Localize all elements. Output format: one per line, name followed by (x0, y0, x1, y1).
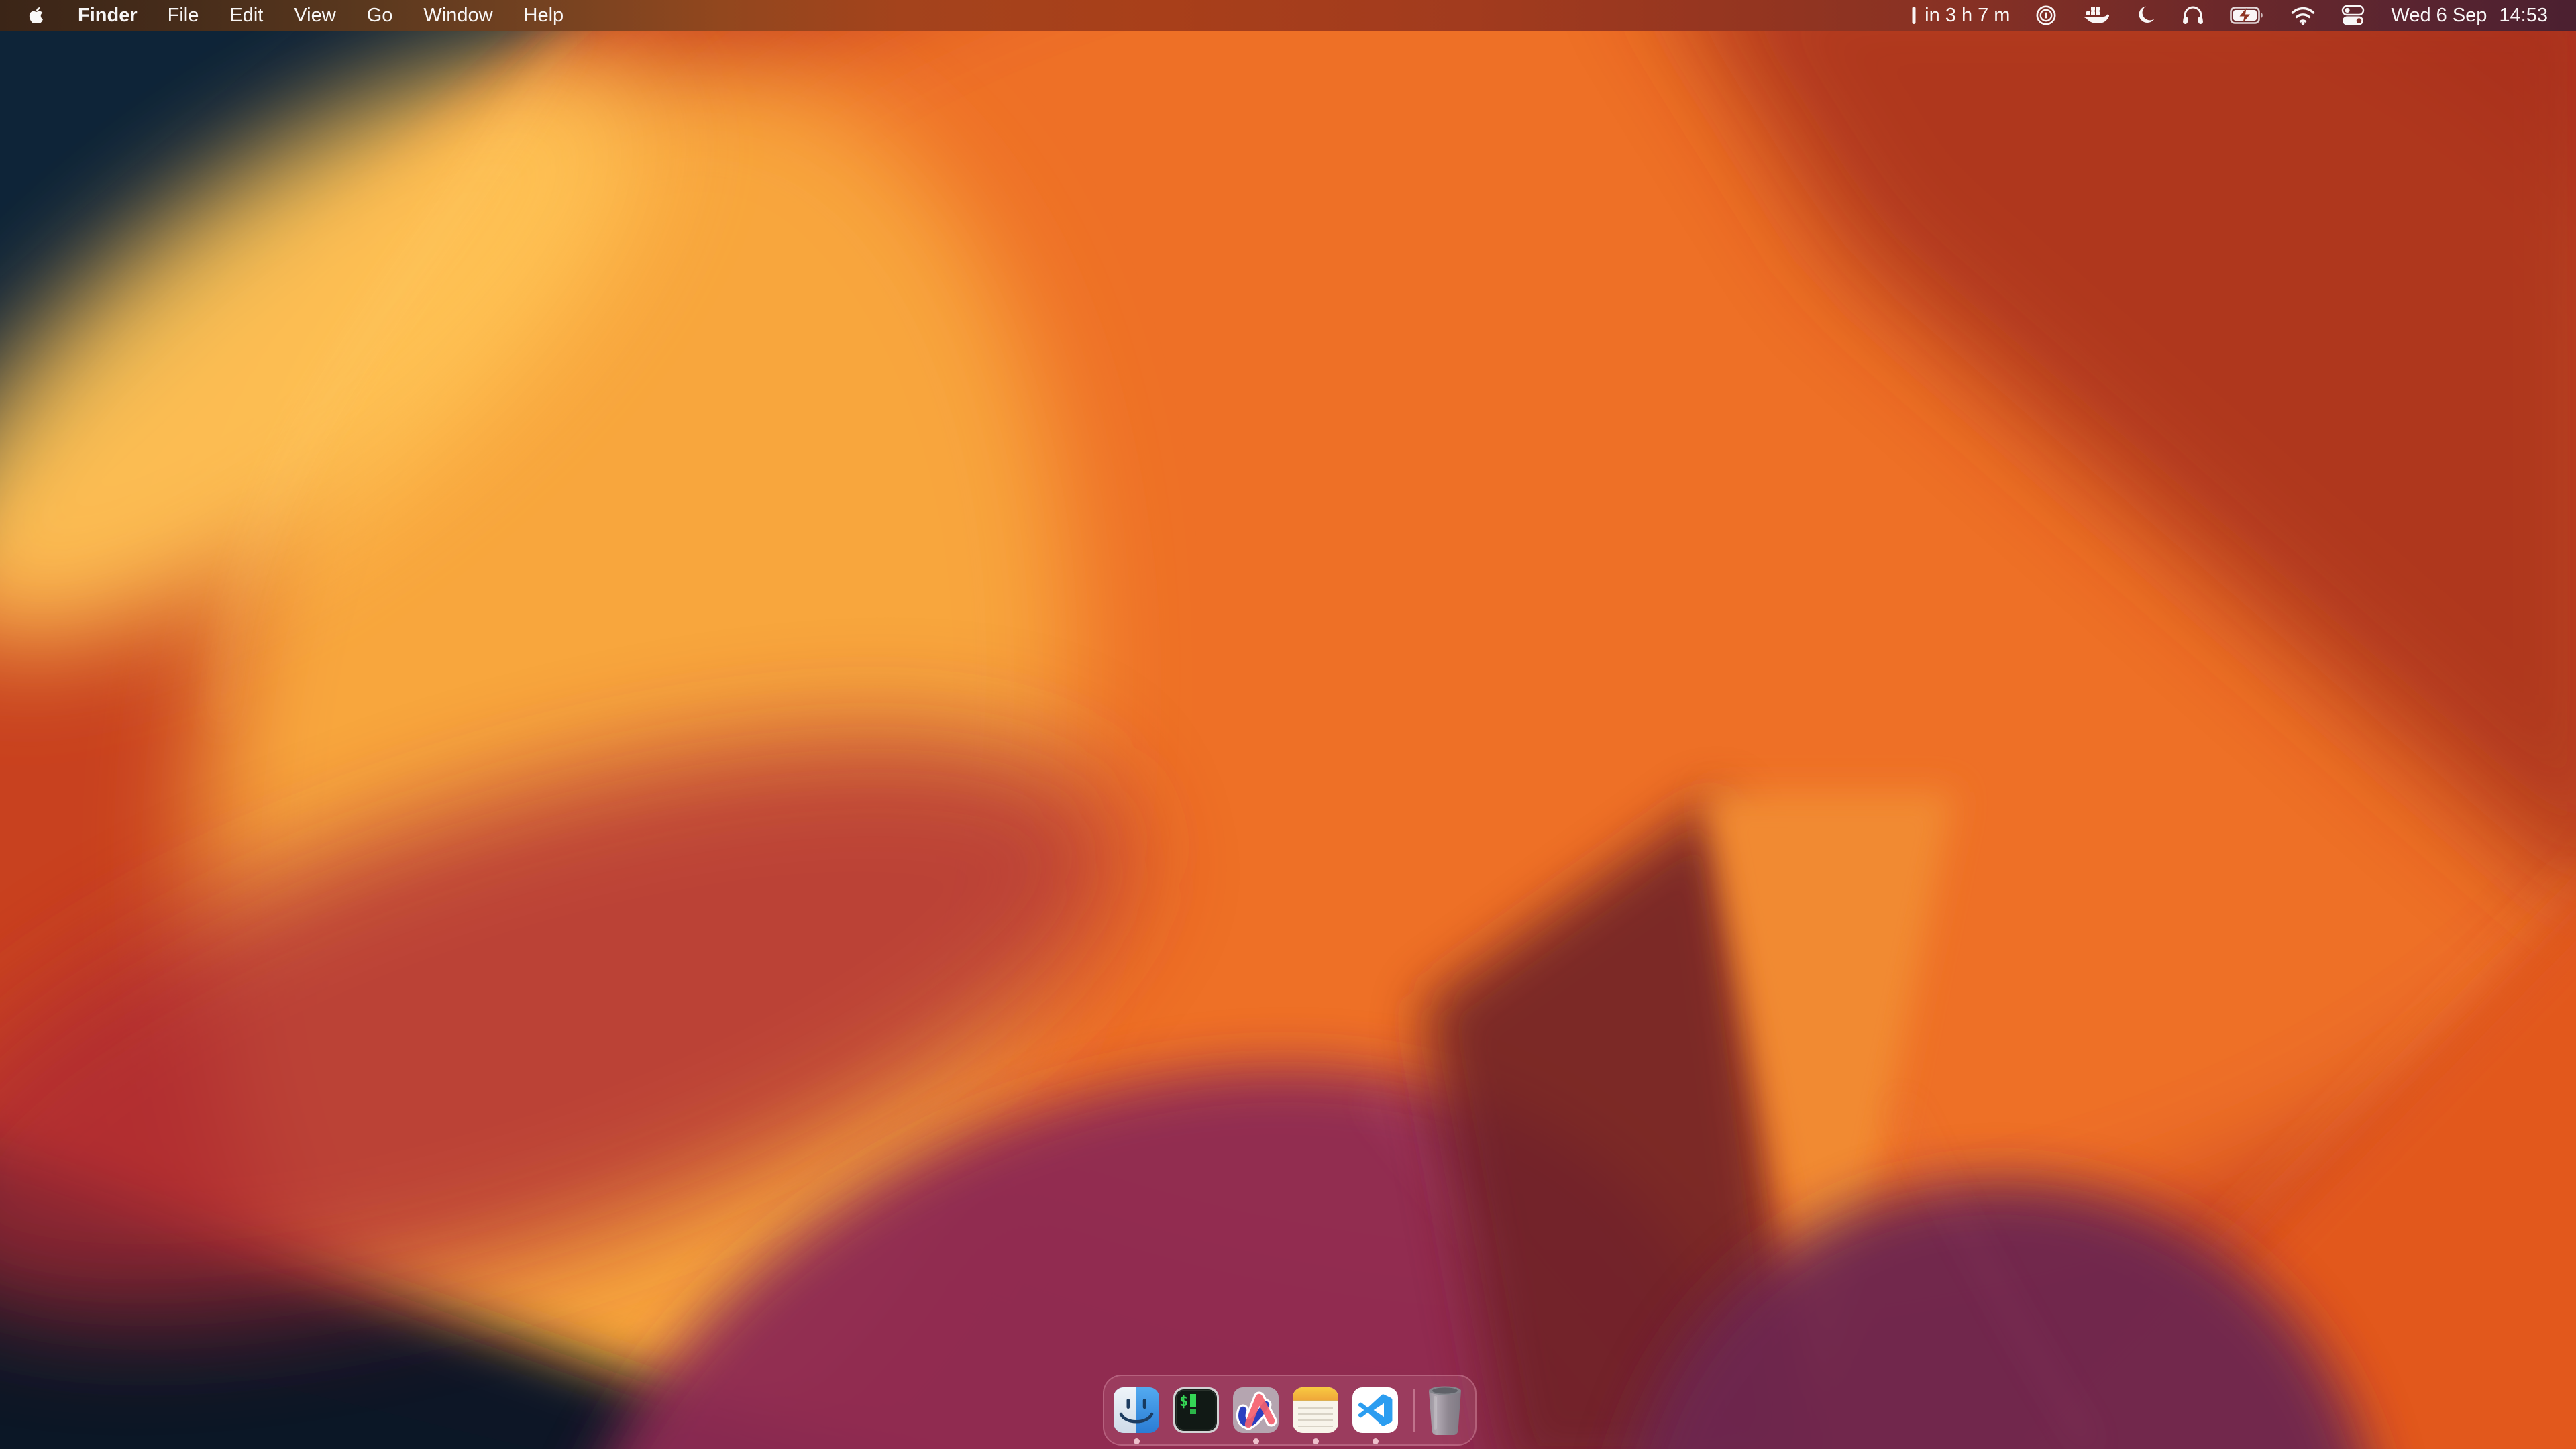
terminal-prompt: $ (1179, 1393, 1188, 1410)
focus-menu-item[interactable] (2135, 0, 2156, 31)
dock-item-finder[interactable] (1114, 1387, 1159, 1433)
battery-charging-icon (2230, 6, 2265, 25)
clock[interactable]: Wed 6 Sep 14:53 (2391, 0, 2548, 31)
notes-icon (1293, 1387, 1338, 1433)
clock-date: Wed 6 Sep (2391, 5, 2487, 27)
menu-item-label: View (294, 5, 335, 27)
menu-item-label: Help (524, 5, 564, 27)
running-indicator (1313, 1438, 1319, 1444)
wallpaper-ventura (0, 0, 2576, 1449)
status-bar-icon (1911, 6, 1917, 25)
vscode-icon (1352, 1387, 1398, 1433)
headphones-icon (2182, 5, 2204, 26)
menu-item-file[interactable]: File (152, 0, 215, 31)
menu-item-edit[interactable]: Edit (214, 0, 278, 31)
trash-icon (1426, 1384, 1464, 1435)
focus-moon-icon (2135, 5, 2156, 26)
dock-item-notes[interactable] (1293, 1387, 1338, 1433)
dock-item-vscode[interactable] (1352, 1387, 1398, 1433)
dock-item-terminal[interactable]: $ (1173, 1387, 1219, 1433)
docker-icon (2082, 5, 2109, 26)
menu-item-view[interactable]: View (278, 0, 351, 31)
menu-bar-left: Finder File Edit View Go Window Help (0, 0, 579, 31)
running-indicator (1134, 1438, 1140, 1444)
finder-icon (1114, 1387, 1159, 1433)
menu-item-label: File (168, 5, 199, 27)
control-center-icon (2341, 5, 2365, 26)
control-center-menu-item[interactable] (2341, 0, 2365, 31)
running-indicator (1253, 1438, 1259, 1444)
app-menu-finder[interactable]: Finder (63, 0, 152, 31)
one-password-menu-item[interactable] (2035, 0, 2057, 31)
timer-menu-item[interactable]: in 3 h 7 m (1911, 0, 2010, 31)
a-letter-app-icon (1233, 1387, 1279, 1433)
menu-item-help[interactable]: Help (508, 0, 580, 31)
menu-item-label: Window (423, 5, 492, 27)
timer-label: in 3 h 7 m (1925, 5, 2010, 27)
menu-item-label: Edit (229, 5, 263, 27)
menu-bar: Finder File Edit View Go Window Help in … (0, 0, 2576, 31)
dock-item-trash[interactable] (1426, 1384, 1464, 1435)
terminal-icon: $ (1173, 1387, 1219, 1433)
running-indicator (1373, 1438, 1379, 1444)
headphones-menu-item[interactable] (2182, 0, 2204, 31)
wifi-menu-item[interactable] (2290, 0, 2316, 31)
desktop: Finder File Edit View Go Window Help in … (0, 0, 2576, 1449)
wifi-icon (2290, 5, 2316, 25)
menu-item-go[interactable]: Go (352, 0, 409, 31)
menu-bar-status: in 3 h 7 m (1911, 0, 2576, 31)
menu-item-window[interactable]: Window (408, 0, 508, 31)
dock-separator (1413, 1389, 1415, 1432)
menu-item-label: Go (367, 5, 393, 27)
battery-menu-item[interactable] (2230, 0, 2265, 31)
dock-item-a-design-app[interactable] (1233, 1387, 1279, 1433)
dock: $ (1103, 1375, 1477, 1446)
clock-time: 14:53 (2499, 5, 2548, 27)
docker-menu-item[interactable] (2082, 0, 2109, 31)
apple-menu[interactable] (0, 0, 63, 31)
app-menu-label: Finder (78, 5, 138, 27)
apple-icon (25, 5, 47, 26)
one-password-icon (2035, 5, 2057, 26)
